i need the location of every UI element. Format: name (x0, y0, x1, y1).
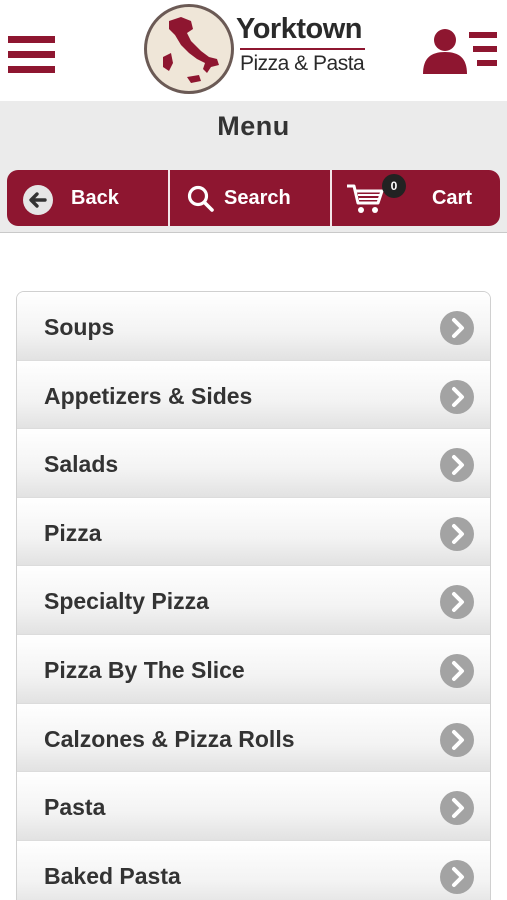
brand-divider (240, 48, 365, 50)
chevron-right-icon (440, 859, 474, 894)
menu-item-label: Salads (44, 451, 119, 478)
search-icon (187, 185, 215, 219)
menu-item-pizza[interactable]: Pizza (17, 497, 490, 567)
brand-subtitle: Pizza & Pasta (240, 52, 365, 75)
back-arrow-icon (23, 185, 53, 215)
cart-count-badge: 0 (382, 174, 406, 198)
menu-item-label: Pizza (44, 519, 102, 546)
menu-item-soups[interactable]: Soups (17, 292, 490, 361)
account-list-icon[interactable] (423, 26, 499, 76)
menu-item-baked-pasta[interactable]: Baked Pasta (17, 840, 490, 900)
chevron-right-icon (440, 311, 474, 345)
menu-item-calzones-pizza-rolls[interactable]: Calzones & Pizza Rolls (17, 703, 490, 773)
menu-category-list: Soups Appetizers & Sides Salads Pizza Sp… (16, 291, 491, 900)
menu-item-label: Baked Pasta (44, 862, 181, 889)
chevron-right-icon (440, 791, 474, 826)
chevron-right-icon (440, 585, 474, 620)
cart-button[interactable]: 0 Cart (330, 170, 500, 226)
brand-name: Yorktown (236, 13, 362, 45)
search-label: Search (224, 187, 291, 209)
search-button[interactable]: Search (168, 170, 330, 226)
menu-item-salads[interactable]: Salads (17, 429, 490, 498)
menu-item-appetizers-sides[interactable]: Appetizers & Sides (17, 360, 490, 430)
back-label: Back (71, 187, 119, 209)
cart-icon (346, 183, 386, 221)
chevron-right-icon (440, 516, 474, 551)
chevron-right-icon (440, 653, 474, 688)
menu-item-label: Specialty Pizza (44, 588, 209, 615)
title-bar: Menu Back Search 0 Cart (0, 101, 507, 233)
cart-label: Cart (431, 187, 472, 209)
app-header: Yorktown Pizza & Pasta (0, 0, 507, 101)
nav-bar: Back Search 0 Cart (7, 170, 500, 226)
italy-map-icon (144, 4, 234, 94)
chevron-right-icon (440, 448, 474, 483)
menu-item-pizza-by-the-slice[interactable]: Pizza By The Slice (17, 634, 490, 704)
menu-item-specialty-pizza[interactable]: Specialty Pizza (17, 566, 490, 635)
menu-item-label: Pasta (44, 794, 106, 821)
menu-item-label: Pizza By The Slice (44, 656, 245, 683)
menu-item-label: Soups (44, 314, 115, 340)
menu-item-label: Appetizers & Sides (44, 382, 253, 409)
chevron-right-icon (440, 722, 474, 757)
brand-logo[interactable]: Yorktown Pizza & Pasta (136, 0, 368, 101)
back-button[interactable]: Back (7, 170, 168, 226)
menu-item-label: Calzones & Pizza Rolls (44, 725, 295, 752)
menu-item-pasta[interactable]: Pasta (17, 772, 490, 841)
chevron-right-icon (440, 379, 474, 414)
page-title: Menu (217, 111, 290, 141)
hamburger-icon[interactable] (8, 36, 56, 74)
